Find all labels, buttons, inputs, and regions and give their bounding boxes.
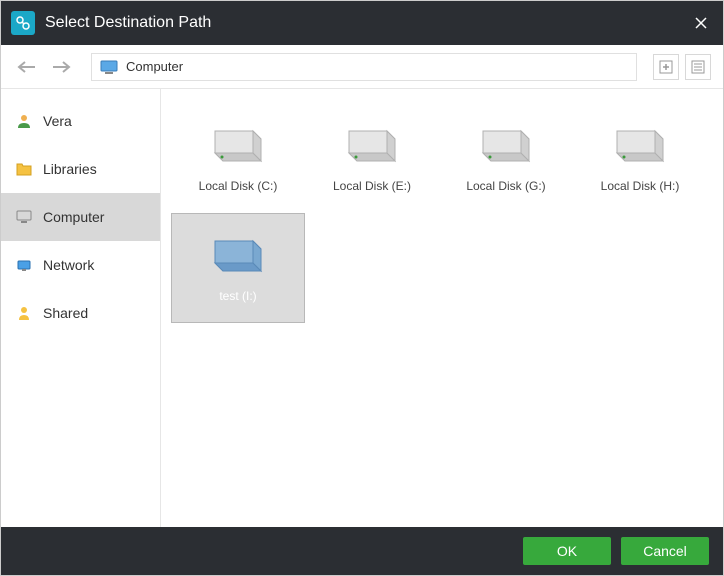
drive-icon (340, 123, 404, 169)
close-icon (694, 16, 708, 30)
sidebar-item-libraries[interactable]: Libraries (1, 145, 160, 193)
window-title: Select Destination Path (45, 14, 689, 32)
dialog-body: Vera Libraries Computer Network (1, 89, 723, 527)
toolbar: Computer (1, 45, 723, 89)
view-list-button[interactable] (685, 54, 711, 80)
arrow-left-icon (17, 60, 37, 74)
drive-icon (608, 123, 672, 169)
network-icon (15, 256, 33, 274)
dialog-window: Select Destination Path Computer (0, 0, 724, 576)
sidebar-item-label: Computer (43, 209, 104, 225)
breadcrumb-path: Computer (126, 59, 183, 74)
drive-icon (206, 233, 270, 279)
back-button[interactable] (13, 53, 41, 81)
drive-label: test (I:) (219, 289, 256, 303)
new-folder-button[interactable] (653, 54, 679, 80)
drive-item[interactable]: Local Disk (E:) (305, 103, 439, 213)
drive-icon (474, 123, 538, 169)
sidebar-item-label: Network (43, 257, 94, 273)
drive-item[interactable]: Local Disk (G:) (439, 103, 573, 213)
sidebar-item-vera[interactable]: Vera (1, 97, 160, 145)
ok-button[interactable]: OK (523, 537, 611, 565)
sidebar-item-label: Vera (43, 113, 72, 129)
computer-icon (100, 60, 118, 74)
app-icon (11, 11, 35, 35)
drive-label: Local Disk (C:) (199, 179, 278, 193)
footer: OK Cancel (1, 527, 723, 575)
toolbar-right (653, 54, 711, 80)
sidebar-item-label: Libraries (43, 161, 97, 177)
drive-icon (206, 123, 270, 169)
drive-item[interactable]: test (I:) (171, 213, 305, 323)
plus-icon (659, 60, 673, 74)
user-icon (15, 112, 33, 130)
computer-icon (15, 208, 33, 226)
shared-icon (15, 304, 33, 322)
sidebar-item-computer[interactable]: Computer (1, 193, 160, 241)
forward-button[interactable] (47, 53, 75, 81)
drive-label: Local Disk (E:) (333, 179, 411, 193)
cancel-button[interactable]: Cancel (621, 537, 709, 565)
drive-label: Local Disk (H:) (601, 179, 680, 193)
folder-icon (15, 160, 33, 178)
sidebar-item-network[interactable]: Network (1, 241, 160, 289)
close-button[interactable] (689, 11, 713, 35)
list-icon (691, 60, 705, 74)
arrow-right-icon (51, 60, 71, 74)
titlebar: Select Destination Path (1, 1, 723, 45)
breadcrumb[interactable]: Computer (91, 53, 637, 81)
drive-item[interactable]: Local Disk (H:) (573, 103, 707, 213)
sidebar-item-shared[interactable]: Shared (1, 289, 160, 337)
drive-label: Local Disk (G:) (466, 179, 545, 193)
sidebar: Vera Libraries Computer Network (1, 89, 161, 527)
content-pane: Local Disk (C:) Local Disk (E:) Local Di… (161, 89, 723, 527)
drive-item[interactable]: Local Disk (C:) (171, 103, 305, 213)
sidebar-item-label: Shared (43, 305, 88, 321)
